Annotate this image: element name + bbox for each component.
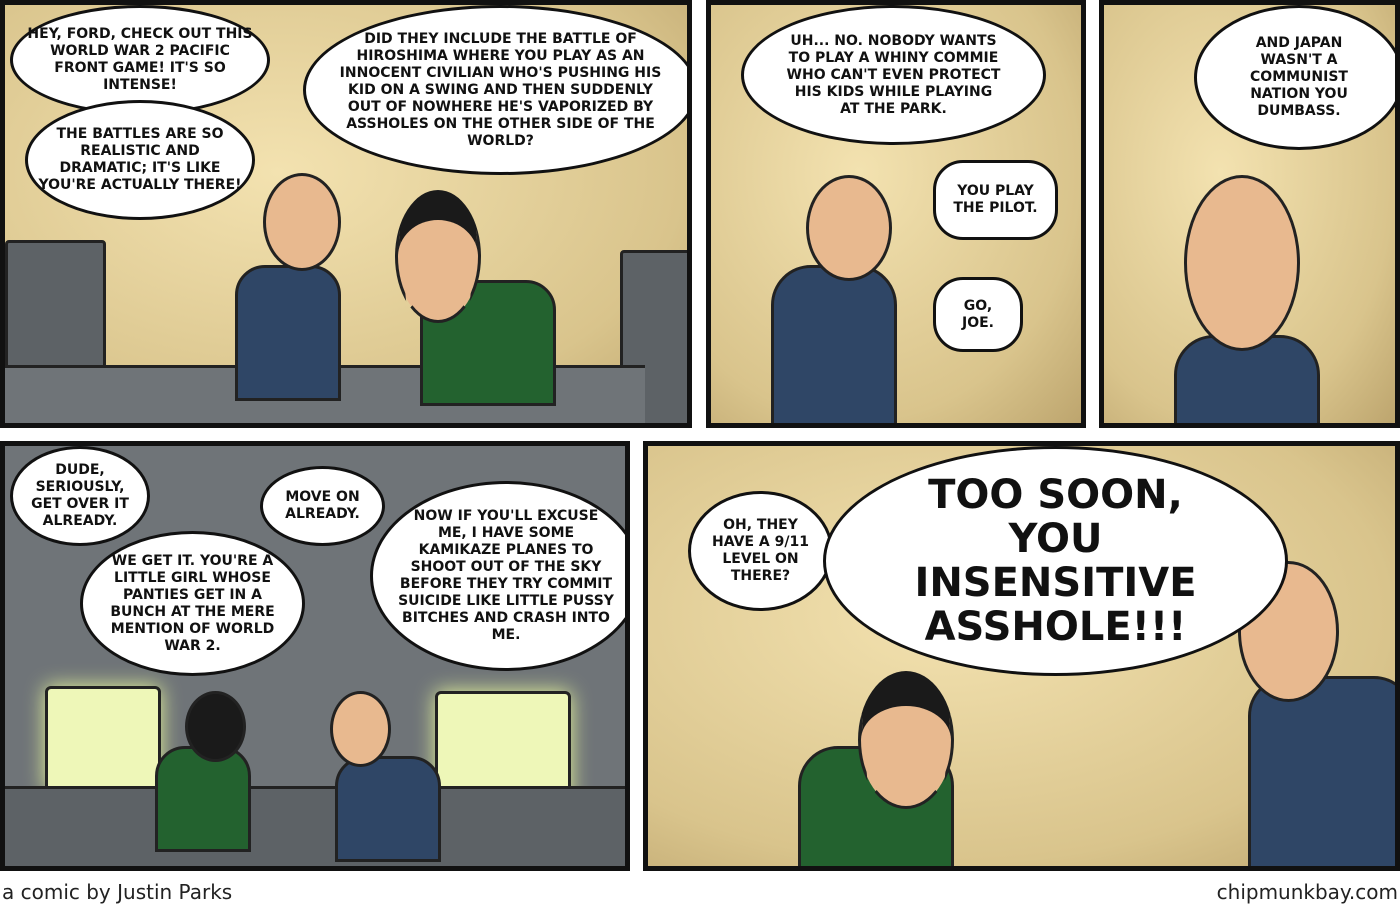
speech-bubble: GO, JOE.: [933, 277, 1023, 352]
credit-text: a comic by Justin Parks: [2, 880, 233, 904]
speech-bubble-shout: TOO SOON, YOU INSENSITIVE ASSHOLE!!!: [823, 446, 1288, 676]
speech-bubble: UH... NO. NOBODY WANTS TO PLAY A WHINY C…: [741, 5, 1046, 145]
speech-bubble: DUDE, SERIOUSLY, GET OVER IT ALREADY.: [10, 446, 150, 546]
panel-5: OH, THEY HAVE A 9/11 LEVEL ON THERE? TOO…: [643, 441, 1400, 871]
site-link[interactable]: chipmunkbay.com: [1217, 880, 1398, 904]
friend-head: [858, 671, 954, 809]
friend-head: [395, 190, 481, 323]
ford-character: [235, 265, 341, 401]
panel-3: AND JAPAN WASN'T A COMMUNIST NATION YOU …: [1099, 0, 1400, 428]
ford-head: [806, 175, 892, 281]
ford-character: [1248, 676, 1395, 866]
friend-head: [185, 691, 246, 762]
speech-bubble: THE BATTLES ARE SO REALISTIC AND DRAMATI…: [25, 100, 255, 220]
speech-bubble: DID THEY INCLUDE THE BATTLE OF HIROSHIMA…: [303, 5, 687, 175]
ford-character: [335, 756, 441, 862]
panel-4: DUDE, SERIOUSLY, GET OVER IT ALREADY. WE…: [0, 441, 630, 871]
speech-bubble: MOVE ON ALREADY.: [260, 466, 385, 546]
speech-bubble: OH, THEY HAVE A 9/11 LEVEL ON THERE?: [688, 491, 833, 611]
desk: [5, 786, 625, 866]
panel-1: HEY, FORD, CHECK OUT THIS WORLD WAR 2 PA…: [0, 0, 692, 428]
ford-character: [771, 265, 897, 423]
ford-head: [263, 173, 341, 271]
speech-bubble: HEY, FORD, CHECK OUT THIS WORLD WAR 2 PA…: [10, 5, 270, 115]
speech-bubble: AND JAPAN WASN'T A COMMUNIST NATION YOU …: [1194, 5, 1395, 150]
friend-character: [155, 746, 251, 852]
speech-bubble: NOW IF YOU'LL EXCUSE ME, I HAVE SOME KAM…: [370, 481, 625, 671]
ford-head: [330, 691, 391, 767]
speech-bubble: YOU PLAY THE PILOT.: [933, 160, 1058, 240]
ford-head: [1184, 175, 1300, 351]
speech-bubble: WE GET IT. YOU'RE A LITTLE GIRL WHOSE PA…: [80, 531, 305, 676]
panel-2: UH... NO. NOBODY WANTS TO PLAY A WHINY C…: [706, 0, 1086, 428]
monitor-screen: [45, 686, 161, 792]
